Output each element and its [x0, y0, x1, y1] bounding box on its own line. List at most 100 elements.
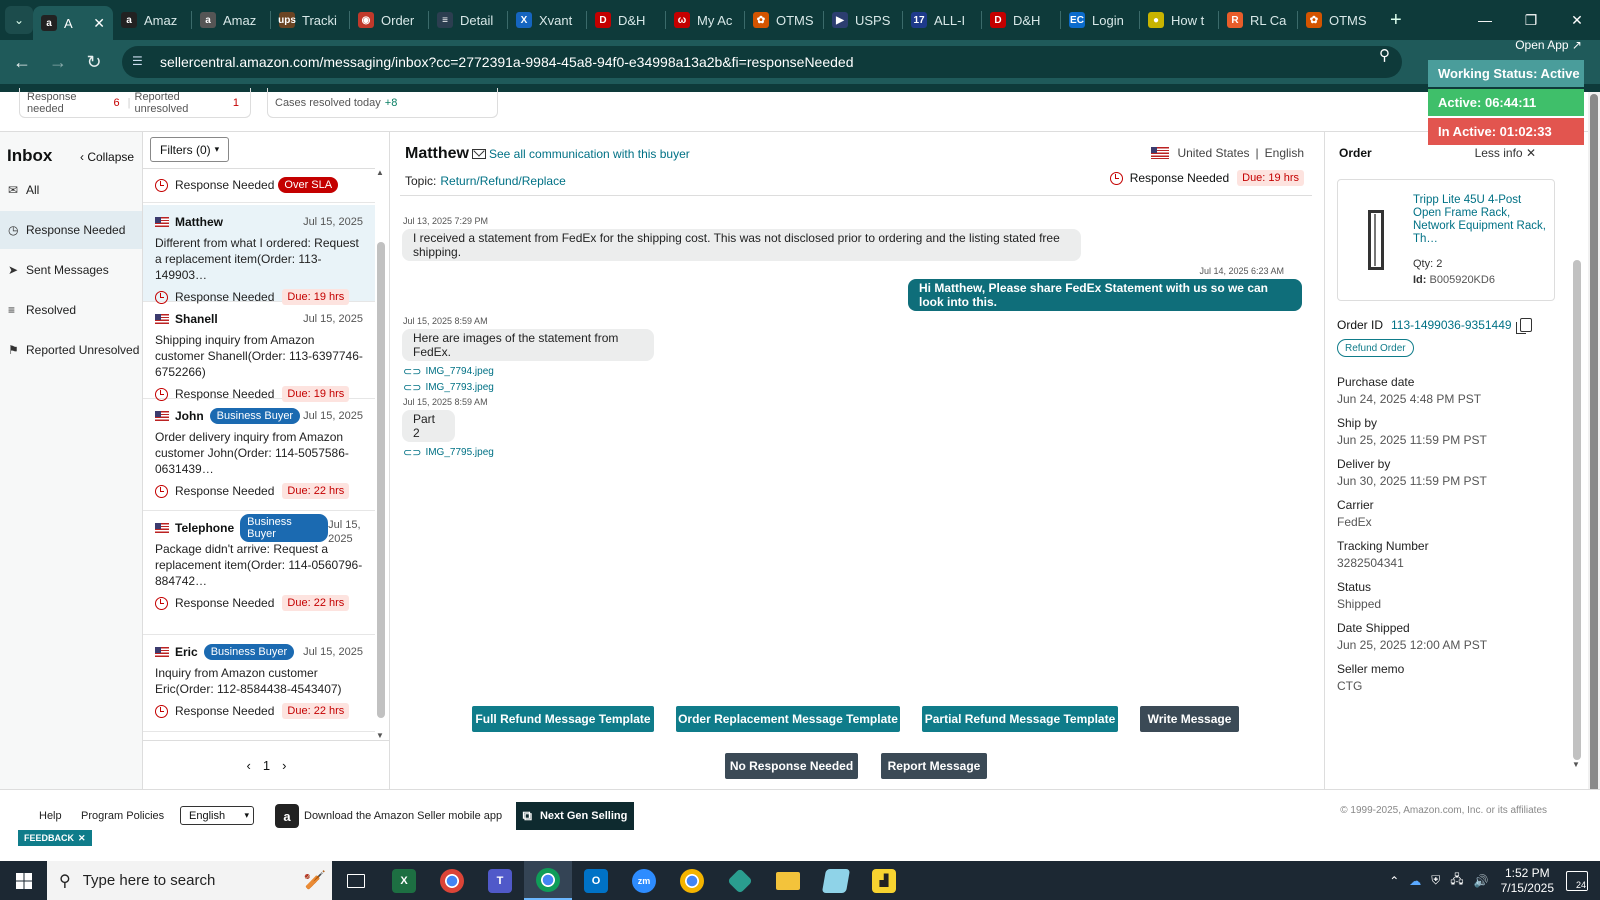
order-id-link[interactable]: 113-1499036-9351449 — [1391, 318, 1512, 332]
sidebar-item-response-needed[interactable]: ◷ Response Needed — [0, 211, 142, 249]
browser-tab[interactable]: D D&H — [982, 4, 1060, 36]
product-image[interactable] — [1362, 210, 1390, 270]
browser-tab[interactable]: D D&H — [587, 4, 665, 36]
order-scrollbar[interactable]: ▲ ▼ — [1572, 132, 1582, 789]
copy-icon[interactable] — [1515, 318, 1532, 334]
restore-icon[interactable]: ❐ — [1508, 0, 1554, 40]
program-policies-link[interactable]: Program Policies — [81, 810, 164, 822]
scroll-up-icon[interactable]: ▲ — [376, 168, 384, 177]
sidebar-item-all[interactable]: ✉ All — [0, 171, 142, 209]
write-message-button[interactable]: Write Message — [1140, 706, 1239, 732]
conversation-scroll[interactable]: Response Needed Over SLA Matthew Jul 15, … — [143, 168, 375, 740]
sidebar-item-reported-unresolved[interactable]: ⚑ Reported Unresolved — [0, 331, 142, 369]
reload-icon[interactable]: ↻ — [76, 52, 112, 73]
conversation-item[interactable]: Telephone Business Buyer Jul 15, 2025 Packa… — [143, 511, 375, 635]
security-icon[interactable]: ⛨ — [1431, 873, 1440, 888]
zoom-app-icon[interactable]: zm — [620, 861, 668, 900]
taskbar-search[interactable]: ⚲ Type here to search 🏏 — [47, 861, 332, 900]
page-scroll-thumb[interactable] — [1590, 94, 1598, 846]
scroll-thumb[interactable] — [1573, 260, 1581, 760]
scroll-down-icon[interactable]: ▼ — [376, 731, 384, 740]
close-window-icon[interactable]: ✕ — [1554, 0, 1600, 40]
close-icon[interactable]: ✕ — [78, 833, 86, 844]
conversation-item[interactable]: Matthew Jul 15, 2025 Different from what I… — [143, 205, 375, 305]
browser-tab[interactable]: 17 ALL-I — [903, 4, 981, 36]
partial-refund-template-button[interactable]: Partial Refund Message Template — [922, 706, 1118, 732]
task-view-icon[interactable] — [332, 861, 380, 900]
attachment-link[interactable]: ⊂⊃ IMG_7793.jpeg — [403, 381, 494, 394]
conversation-scrollbar[interactable]: ▲ ▼ — [376, 168, 386, 740]
browser-tab[interactable]: ▶ USPS — [824, 4, 902, 36]
diamond-app-icon[interactable] — [716, 861, 764, 900]
excel-icon[interactable]: X — [380, 861, 428, 900]
file-explorer-icon[interactable] — [764, 861, 812, 900]
current-page[interactable]: 1 — [263, 758, 270, 773]
volume-icon[interactable]: 🔊 — [1474, 874, 1489, 888]
report-message-button[interactable]: Report Message — [881, 753, 987, 779]
conversation-item[interactable]: Eric Business Buyer Jul 15, 2025 Inquiry fr… — [143, 635, 375, 732]
scroll-thumb[interactable] — [377, 242, 385, 718]
teams-icon[interactable]: T — [476, 861, 524, 900]
topic-link[interactable]: Return/Refund/Replace — [440, 174, 565, 188]
open-app-link[interactable]: Open App ↗ — [1515, 38, 1582, 52]
forward-icon[interactable]: → — [40, 52, 76, 73]
start-button[interactable] — [0, 861, 47, 900]
back-icon[interactable]: ← — [4, 52, 40, 73]
attachment-link[interactable]: ⊂⊃ IMG_7794.jpeg — [403, 365, 494, 378]
browser-tab[interactable]: ✿ OTMS — [1298, 4, 1376, 36]
browser-tab[interactable]: ◉ Order — [350, 4, 428, 36]
next-gen-selling-button[interactable]: ⧉ Next Gen Selling — [516, 802, 634, 830]
browser-tab[interactable]: a Amaz — [113, 4, 191, 36]
browser-tab[interactable]: a Amaz — [192, 4, 270, 36]
browser-tab[interactable]: ● How t — [1140, 4, 1218, 36]
sidebar-item-sent-messages[interactable]: ➤ Sent Messages — [0, 251, 142, 289]
tab-search-icon[interactable]: ⌄ — [5, 6, 33, 34]
network-icon[interactable]: 🖧 — [1450, 870, 1463, 891]
feedback-button[interactable]: FEEDBACK ✕ — [18, 830, 92, 846]
conversation-item[interactable]: Shanell Jul 15, 2025 Shipping inquiry from… — [143, 302, 375, 402]
page-scrollbar[interactable] — [1588, 92, 1600, 861]
site-info-icon[interactable]: ☰ — [132, 54, 148, 70]
full-refund-template-button[interactable]: Full Refund Message Template — [472, 706, 654, 732]
zoom-icon[interactable]: ⚲ — [1379, 46, 1390, 64]
help-link[interactable]: Help — [39, 810, 62, 822]
browser-tab[interactable]: ups Tracki — [271, 4, 349, 36]
less-info-button[interactable]: Less info ✕ — [1475, 146, 1536, 160]
browser-tab[interactable]: a A ✕ — [33, 6, 113, 40]
browser-tab[interactable]: R RL Ca — [1219, 4, 1297, 36]
minimize-icon[interactable]: — — [1462, 0, 1508, 40]
onedrive-icon[interactable]: ☁ — [1409, 874, 1421, 888]
browser-tab[interactable]: ≡ Detail — [429, 4, 507, 36]
refund-order-button[interactable]: Refund Order — [1337, 339, 1414, 357]
attachment-link[interactable]: ⊂⊃ IMG_7795.jpeg — [403, 446, 494, 459]
browser-tab[interactable]: X Xvant — [508, 4, 586, 36]
browser-tab[interactable]: EC Login — [1061, 4, 1139, 36]
sidebar-item-resolved[interactable]: ≡ Resolved — [0, 291, 142, 329]
url-field[interactable]: ☰ sellercentral.amazon.com/messaging/inb… — [122, 46, 1402, 78]
list-item[interactable]: Response Needed Over SLA — [143, 169, 375, 203]
language-select[interactable]: English ▾ — [180, 806, 254, 825]
chrome-active-icon[interactable] — [524, 861, 572, 900]
conversation-item[interactable]: John Business Buyer Jul 15, 2025 Order deli… — [143, 399, 375, 511]
prev-page-icon[interactable]: ‹ — [247, 758, 251, 773]
chevron-up-icon[interactable]: ⌃ — [1389, 874, 1399, 888]
chrome-profile-icon[interactable] — [668, 861, 716, 900]
outlook-icon[interactable]: O — [572, 861, 620, 900]
seller-app-icon[interactable]: a — [275, 804, 299, 828]
notification-icon[interactable]: 24 — [1566, 870, 1588, 891]
notepad-icon[interactable] — [812, 861, 860, 900]
next-page-icon[interactable]: › — [282, 758, 286, 773]
close-tab-icon[interactable]: ✕ — [93, 15, 105, 32]
browser-tab[interactable]: ✿ OTMS — [745, 4, 823, 36]
filters-button[interactable]: Filters (0) ▾ — [150, 137, 230, 162]
taskbar-clock[interactable]: 1:52 PM 7/15/2025 — [1501, 866, 1554, 896]
order-replacement-template-button[interactable]: Order Replacement Message Template — [676, 706, 900, 732]
new-tab-icon[interactable]: + — [1390, 9, 1402, 32]
scroll-down-icon[interactable]: ▼ — [1572, 760, 1580, 769]
no-response-needed-button[interactable]: No Response Needed — [725, 753, 858, 779]
see-all-communication-link[interactable]: See all communication with this buyer — [472, 147, 690, 161]
download-app-link[interactable]: Download the Amazon Seller mobile app — [304, 810, 502, 822]
browser-tab[interactable]: ω My Ac — [666, 4, 744, 36]
sticky-notes-icon[interactable]: ▟ — [860, 861, 908, 900]
chrome-icon[interactable] — [428, 861, 476, 900]
